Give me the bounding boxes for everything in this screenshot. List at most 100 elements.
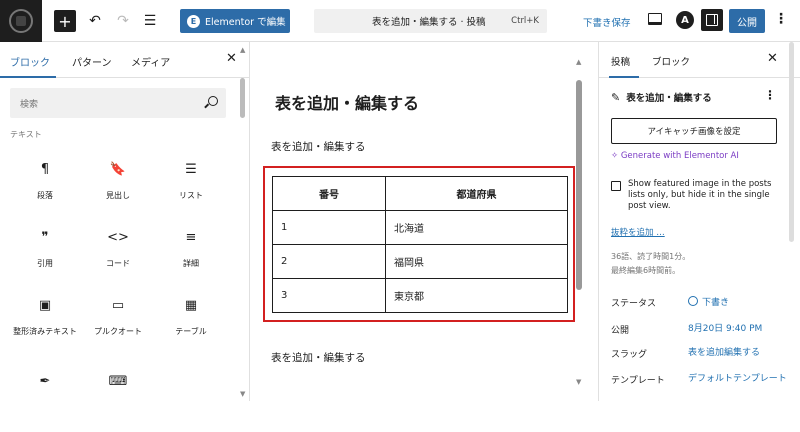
list-view-icon[interactable]: ☰ — [141, 9, 159, 33]
block-label: 詳細 — [183, 259, 199, 268]
table-row: 1 北海道 — [272, 210, 568, 245]
scroll-up-arrow-icon[interactable]: ▲ — [240, 46, 245, 54]
table-header-cell[interactable]: 番号 — [272, 176, 386, 211]
word-count-text: 36語、読了時間1分。 — [611, 252, 691, 261]
table-block[interactable]: 番号 都道府県 1 北海道 2 福岡県 3 東京都 — [272, 176, 568, 313]
search-placeholder: 検索 — [20, 99, 39, 110]
block-verse[interactable]: ✒ — [10, 372, 80, 432]
command-palette-bar[interactable]: 表を追加・編集する · 投稿 Ctrl+K — [314, 9, 547, 33]
save-draft-button[interactable]: 下書き保存 — [583, 15, 631, 29]
canvas-scrollbar[interactable] — [576, 80, 582, 290]
table-header-cell[interactable]: 都道府県 — [385, 176, 568, 211]
block-label: 引用 — [37, 259, 53, 268]
publish-date-value[interactable]: 8月20日 9:40 PM — [688, 323, 788, 335]
tab-block[interactable]: ブロック — [652, 54, 690, 68]
table-cell[interactable]: 2 — [272, 244, 386, 279]
paragraph-block[interactable]: 表を追加・編集する — [271, 350, 366, 365]
keyboard-icon: ⌨ — [108, 374, 128, 389]
feather-icon: ✒ — [39, 374, 51, 389]
table-cell[interactable]: 東京都 — [385, 278, 568, 313]
site-logo-button[interactable] — [0, 0, 42, 42]
featured-checkbox-label: Show featured image in the posts lists o… — [628, 179, 772, 211]
scroll-down-arrow-icon[interactable]: ▼ — [576, 378, 581, 386]
block-search-input[interactable]: 検索 — [10, 88, 226, 118]
edit-with-elementor-button[interactable]: E Elementor で編集 — [180, 9, 290, 33]
table-row: 3 東京都 — [272, 278, 568, 313]
inserter-scrollbar[interactable] — [240, 78, 245, 118]
block-label: 段落 — [37, 191, 53, 200]
table-cell[interactable]: 1 — [272, 210, 386, 245]
block-inserter-button[interactable]: + — [54, 10, 76, 32]
paragraph-block[interactable]: 表を追加・編集する — [271, 139, 366, 154]
sidebar-icon — [706, 14, 718, 26]
inserter-tabs: ブロック パターン メディア ✕ — [0, 42, 249, 78]
publish-button[interactable]: 公開 — [729, 9, 765, 33]
astra-settings-button[interactable]: A — [676, 11, 694, 29]
tab-blocks[interactable]: ブロック — [10, 54, 50, 69]
block-heading[interactable]: 🔖 見出し — [83, 160, 153, 220]
post-title[interactable]: 表を追加・編集する — [275, 90, 419, 114]
featured-image-checkbox[interactable] — [611, 181, 621, 191]
settings-sidebar: 投稿 ブロック ✕ ✎ 表を追加・編集する ⋮ アイキャッチ画像を設定 ✧ Ge… — [598, 42, 800, 401]
block-code[interactable]: <> コード — [83, 228, 153, 288]
scroll-up-arrow-icon[interactable]: ▲ — [576, 58, 581, 66]
block-paragraph[interactable]: ¶ 段落 — [10, 160, 80, 220]
slug-label: スラッグ — [611, 350, 648, 360]
post-stats: 36語、読了時間1分。 最終編集6時間前。 — [611, 250, 690, 278]
undo-icon[interactable]: ↶ — [86, 9, 104, 33]
post-summary-title: ✎ 表を追加・編集する — [611, 90, 712, 105]
table-cell[interactable]: 福岡県 — [385, 244, 568, 279]
block-label: コード — [106, 259, 130, 268]
code-icon: <> — [107, 230, 129, 245]
template-value[interactable]: デフォルトテンプレート — [688, 373, 788, 385]
tab-patterns[interactable]: パターン — [72, 54, 112, 69]
table-cell[interactable]: 3 — [272, 278, 386, 313]
redo-icon[interactable]: ↷ — [114, 9, 132, 33]
post-actions-icon[interactable]: ⋮ — [764, 88, 776, 102]
post-icon: ✎ — [611, 90, 621, 104]
site-logo-icon — [9, 9, 33, 33]
post-title-text: 表を追加・編集する — [626, 93, 712, 104]
publish-label: 公開 — [611, 326, 630, 336]
table-highlight-box: 番号 都道府県 1 北海道 2 福岡県 3 東京都 — [263, 166, 575, 322]
draft-status-icon — [688, 296, 698, 306]
close-inserter-icon[interactable]: ✕ — [226, 51, 237, 66]
block-label: リスト — [179, 191, 203, 200]
sidebar-scrollbar[interactable] — [789, 42, 794, 242]
block-list[interactable]: ☰ リスト — [156, 160, 226, 220]
add-excerpt-link[interactable]: 抜粋を追加 … — [611, 226, 665, 238]
editor-canvas: 表を追加・編集する 表を追加・編集する 番号 都道府県 1 北海道 2 福岡県 … — [251, 42, 598, 401]
close-sidebar-icon[interactable]: ✕ — [767, 51, 778, 66]
more-options-icon[interactable]: ⋮ — [774, 11, 788, 27]
table-header-row: 番号 都道府県 — [272, 176, 568, 211]
details-icon: ≡ — [185, 230, 197, 245]
pullquote-icon: ▭ — [111, 298, 125, 313]
settings-sidebar-toggle[interactable] — [701, 9, 723, 31]
status-value[interactable]: 下書き — [688, 296, 788, 309]
set-featured-image-button[interactable]: アイキャッチ画像を設定 — [611, 118, 777, 144]
command-title: 表を追加・編集する · 投稿 — [372, 17, 486, 28]
tab-post[interactable]: 投稿 — [611, 54, 630, 68]
generate-ai-link[interactable]: ✧ Generate with Elementor AI — [611, 151, 739, 161]
quote-icon: ❞ — [41, 230, 49, 245]
preview-device-icon[interactable] — [648, 13, 662, 25]
preformatted-icon: ▣ — [38, 298, 52, 313]
block-shortcode[interactable]: ⌨ — [83, 372, 153, 432]
status-label: ステータス — [611, 299, 657, 309]
block-pullquote[interactable]: ▭ プルクオート — [83, 296, 153, 356]
block-table[interactable]: ▦ テーブル — [156, 296, 226, 356]
block-quote[interactable]: ❞ 引用 — [10, 228, 80, 288]
status-text: 下書き — [702, 298, 730, 308]
table-cell[interactable]: 北海道 — [385, 210, 568, 245]
slug-value[interactable]: 表を追加編集する — [688, 347, 788, 359]
category-heading: テキスト — [10, 130, 42, 139]
block-details[interactable]: ≡ 詳細 — [156, 228, 226, 288]
elementor-label: Elementor で編集 — [205, 17, 286, 28]
block-label: テーブル — [175, 327, 207, 336]
last-edited-text: 最終編集6時間前。 — [611, 266, 681, 275]
editor-top-toolbar: + ↶ ↷ ☰ E Elementor で編集 表を追加・編集する · 投稿 C… — [0, 0, 800, 42]
scroll-down-arrow-icon[interactable]: ▼ — [240, 390, 245, 398]
search-icon — [208, 96, 218, 106]
tab-media[interactable]: メディア — [131, 54, 170, 69]
block-preformatted[interactable]: ▣ 整形済みテキスト — [10, 296, 80, 356]
